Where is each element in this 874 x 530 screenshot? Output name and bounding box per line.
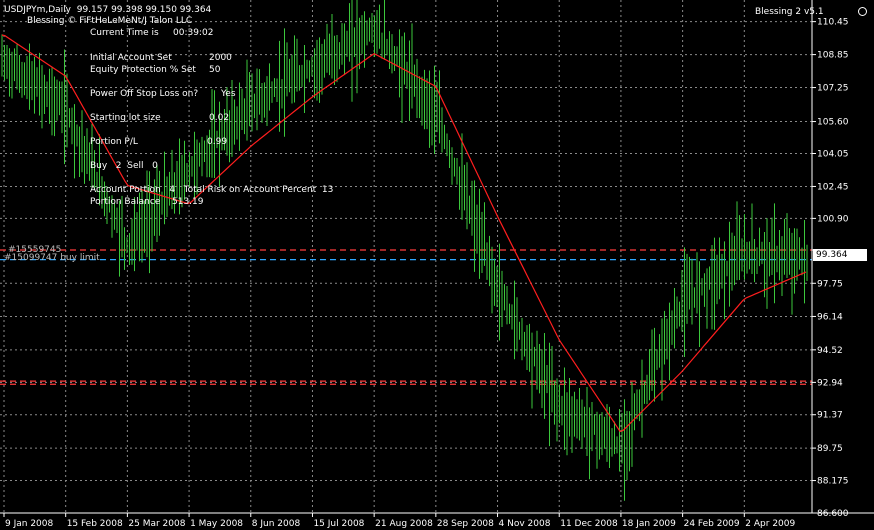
x-tick-label: 9 Jan 2008 <box>5 519 53 529</box>
y-tick-label: 108.85 <box>817 51 849 61</box>
y-tick-label: 105.60 <box>817 118 849 128</box>
x-tick-label: 1 May 2008 <box>190 519 243 529</box>
x-tick-label: 25 Mar 2008 <box>128 519 185 529</box>
y-tick-label: 107.25 <box>817 84 849 94</box>
y-tick-label: 102.45 <box>817 182 849 192</box>
price-chart[interactable]: 110.45 108.85 107.25 105.60 104.05 102.45 100.… <box>0 0 874 530</box>
y-tick-label: 104.05 <box>817 149 849 159</box>
y-tick-label: 92.94 <box>817 378 843 388</box>
x-tick-label: 18 Jan 2009 <box>622 519 676 529</box>
x-tick-label: 15 Feb 2008 <box>67 519 123 529</box>
y-tick-label: 97.75 <box>817 279 843 289</box>
x-tick-label: 28 Sep 2008 <box>437 519 494 529</box>
x-tick-label: 4 Nov 2008 <box>499 519 551 529</box>
y-tick-label: 94.52 <box>817 346 843 356</box>
y-tick-label: 110.45 <box>817 18 849 28</box>
y-tick-label: 96.14 <box>817 312 843 322</box>
x-tick-label: 11 Dec 2008 <box>560 519 618 529</box>
x-tick-label: 24 Feb 2009 <box>684 519 740 529</box>
x-tick-label: 21 Aug 2008 <box>375 519 433 529</box>
y-tick-label: 88.175 <box>817 477 849 487</box>
y-tick-label: 89.75 <box>817 444 843 454</box>
y-tick-label: 100.90 <box>817 214 849 224</box>
x-tick-label: 2 Apr 2009 <box>745 519 795 529</box>
x-tick-label: 15 Jul 2008 <box>313 519 364 529</box>
x-tick-label: 8 Jun 2008 <box>252 519 301 529</box>
y-tick-label: 91.37 <box>817 411 843 421</box>
y-tick-label: 86.600 <box>817 509 849 519</box>
